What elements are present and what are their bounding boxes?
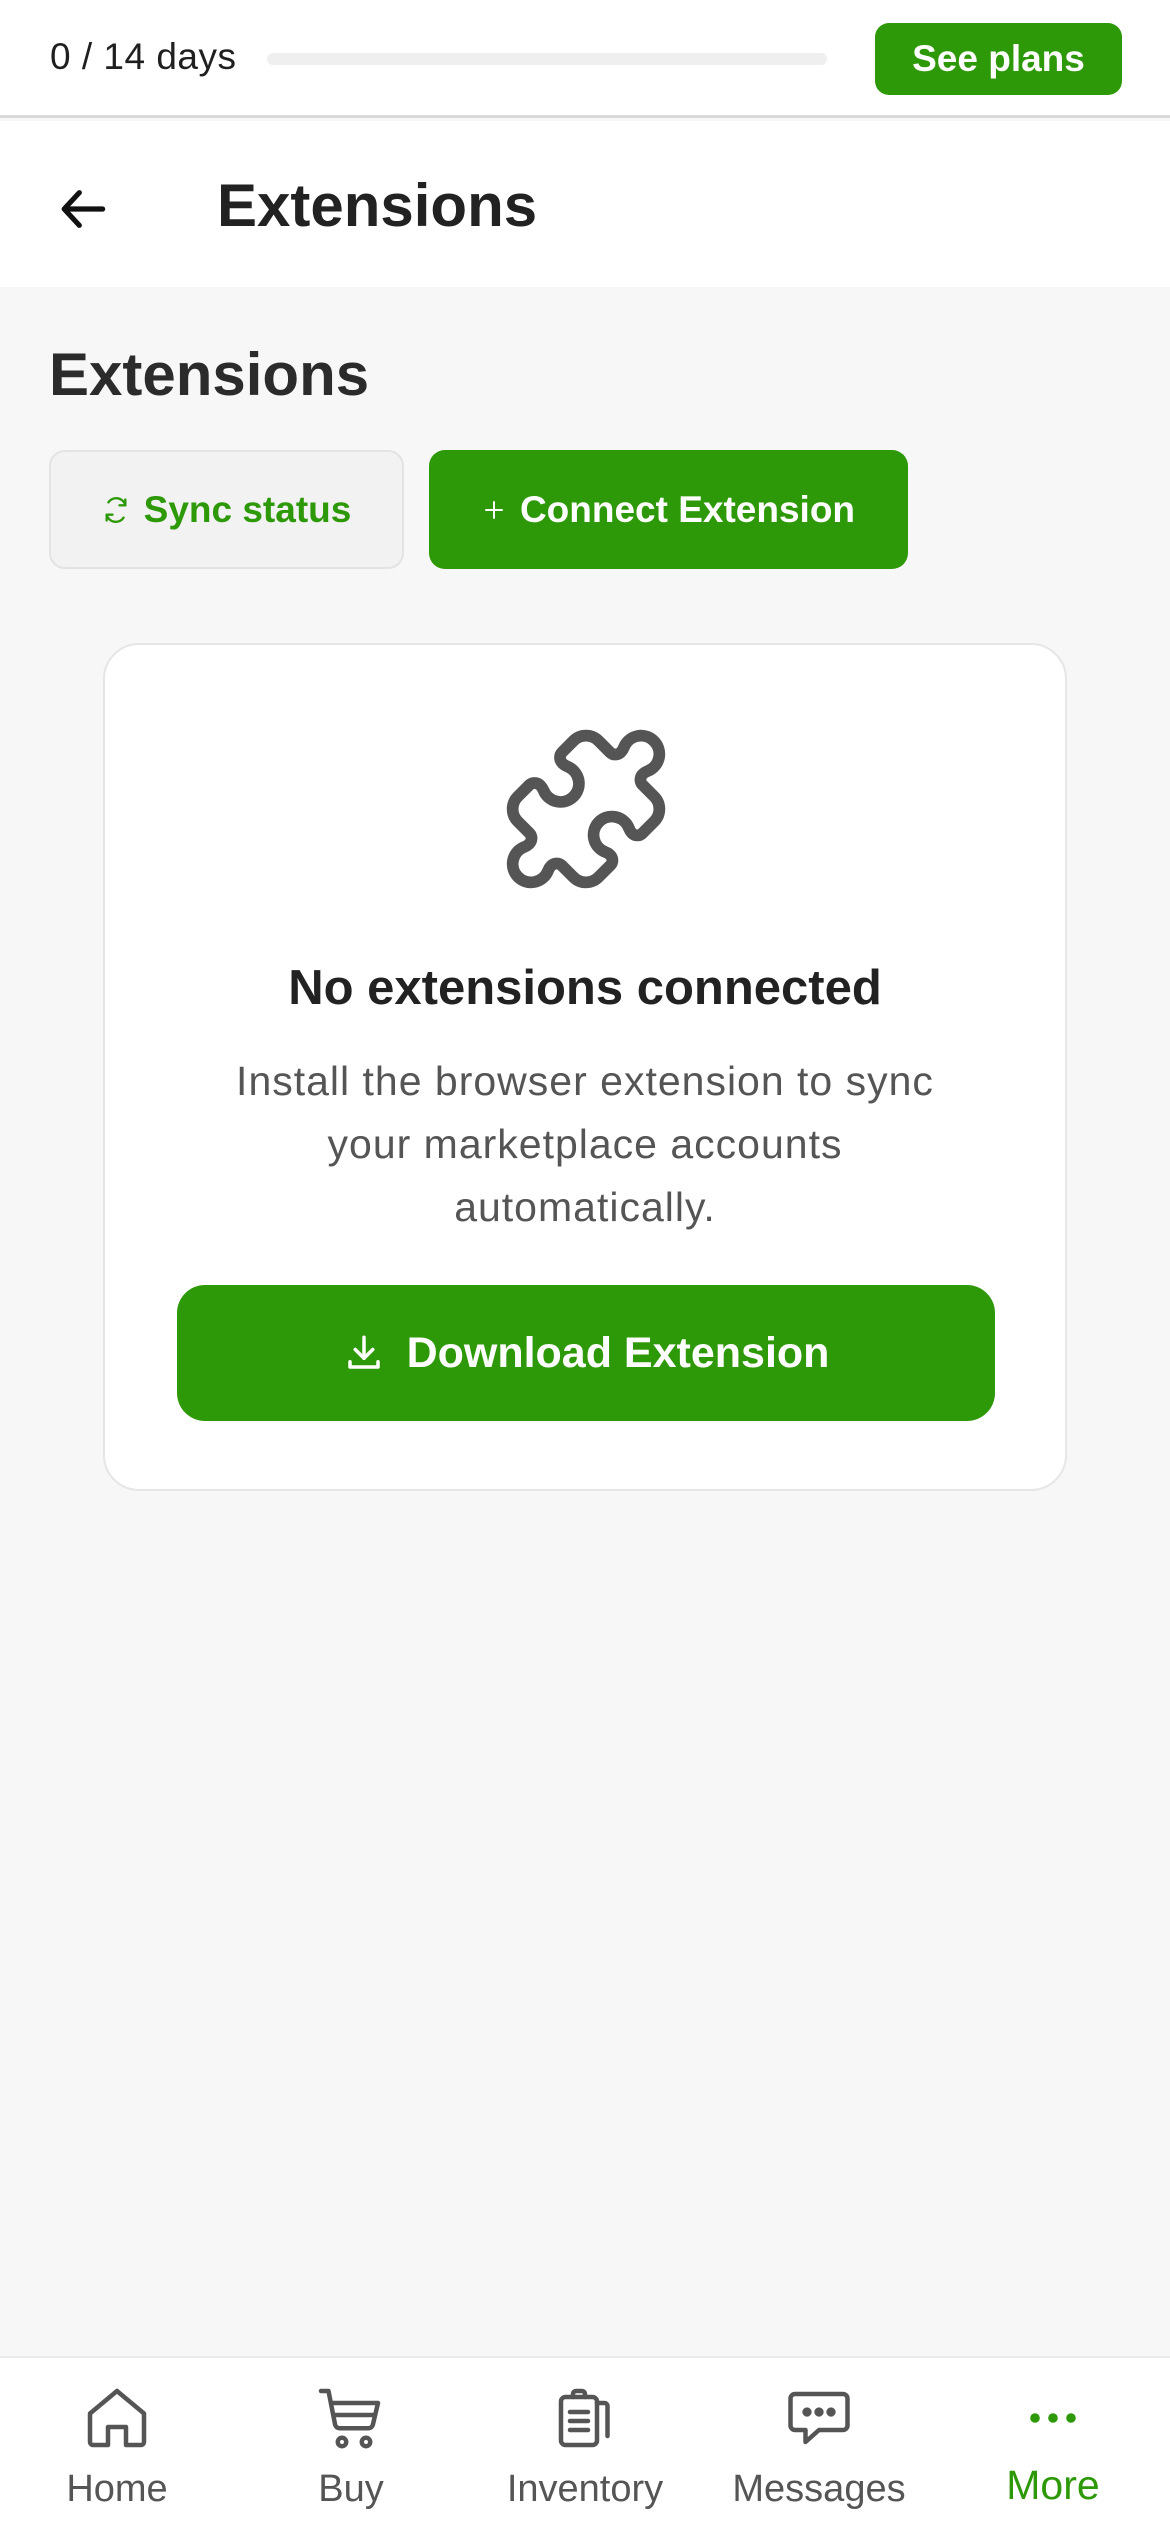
- see-plans-button[interactable]: See plans: [875, 23, 1122, 95]
- nav-label-messages: Messages: [732, 2468, 906, 2510]
- trial-days-label: 0 / 14 days: [50, 36, 237, 77]
- bottom-nav: Home Buy Inventory Messages More: [0, 2356, 1170, 2532]
- arrow-left-icon: [61, 190, 106, 228]
- plus-icon: [484, 500, 503, 519]
- nav-item-messages[interactable]: Messages: [702, 2358, 936, 2532]
- back-button[interactable]: [44, 169, 124, 249]
- sync-status-button[interactable]: Sync status: [49, 450, 404, 569]
- more-dots-icon: [1030, 2413, 1076, 2423]
- home-icon: [87, 2388, 147, 2448]
- nav-label-buy: Buy: [318, 2468, 384, 2510]
- refresh-icon: [105, 496, 127, 523]
- clipboard-icon: [558, 2388, 610, 2448]
- cart-icon: [318, 2388, 381, 2449]
- header-title: Extensions: [217, 172, 538, 239]
- download-extension-button[interactable]: Download Extension: [177, 1285, 995, 1421]
- empty-state-card: No extensions connected Install the brow…: [103, 643, 1067, 1491]
- nav-item-buy[interactable]: Buy: [234, 2358, 468, 2532]
- empty-state-description: Install the browser extension to sync yo…: [236, 1058, 934, 1230]
- nav-label-home: Home: [66, 2468, 168, 2510]
- connect-extension-button[interactable]: Connect Extension: [429, 450, 908, 569]
- nav-item-more[interactable]: More: [936, 2358, 1170, 2532]
- trial-banner: 0 / 14 days See plans: [0, 0, 1170, 118]
- download-icon: [347, 1335, 380, 1369]
- empty-state-title: No extensions connected: [288, 961, 882, 1015]
- download-extension-label: Download Extension: [406, 1328, 830, 1377]
- puzzle-piece-icon: [506, 729, 666, 889]
- nav-label-inventory: Inventory: [506, 2468, 664, 2510]
- nav-item-home[interactable]: Home: [0, 2358, 234, 2532]
- app-header: Extensions: [0, 121, 1170, 287]
- sync-status-label: Sync status: [143, 488, 352, 530]
- connect-extension-label: Connect Extension: [519, 488, 856, 530]
- nav-label-more: More: [1006, 2462, 1100, 2508]
- trial-progress-bar: [267, 53, 827, 65]
- chat-bubble-icon: [788, 2391, 850, 2445]
- nav-item-inventory[interactable]: Inventory: [468, 2358, 702, 2532]
- section-title: Extensions: [49, 341, 370, 408]
